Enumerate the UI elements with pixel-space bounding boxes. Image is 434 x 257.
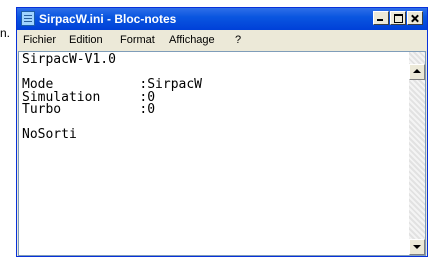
menu-item-format[interactable]: Format	[120, 34, 155, 46]
vertical-scrollbar[interactable]	[409, 52, 425, 255]
menu-item-help[interactable]: ?	[235, 34, 241, 46]
window-title: SirpacW.ini - Bloc-notes	[39, 12, 177, 26]
notepad-window[interactable]: SirpacW.ini - Bloc-notes Fichier Edition…	[16, 7, 428, 257]
scroll-up-icon[interactable]	[409, 64, 425, 80]
menu-item-affichage[interactable]: Affichage	[169, 34, 215, 46]
menu-item-edition[interactable]: Edition	[69, 34, 103, 46]
menu-item-fichier[interactable]: Fichier	[23, 34, 56, 46]
maximize-icon[interactable]	[390, 11, 406, 25]
text-editor[interactable]: SirpacW-V1.0 Mode :SirpacW Simulation :0…	[18, 51, 426, 256]
minimize-icon[interactable]	[373, 11, 389, 25]
close-icon[interactable]	[407, 11, 423, 25]
menu-bar: Fichier Edition Format Affichage ?	[17, 31, 427, 50]
editor-text[interactable]: SirpacW-V1.0 Mode :SirpacW Simulation :0…	[22, 53, 202, 142]
window-controls	[373, 11, 423, 25]
title-bar[interactable]: SirpacW.ini - Bloc-notes	[17, 8, 427, 30]
notepad-app-icon[interactable]	[21, 11, 35, 26]
scroll-down-icon[interactable]	[409, 239, 425, 255]
background-text-fragment: n.	[0, 26, 11, 40]
